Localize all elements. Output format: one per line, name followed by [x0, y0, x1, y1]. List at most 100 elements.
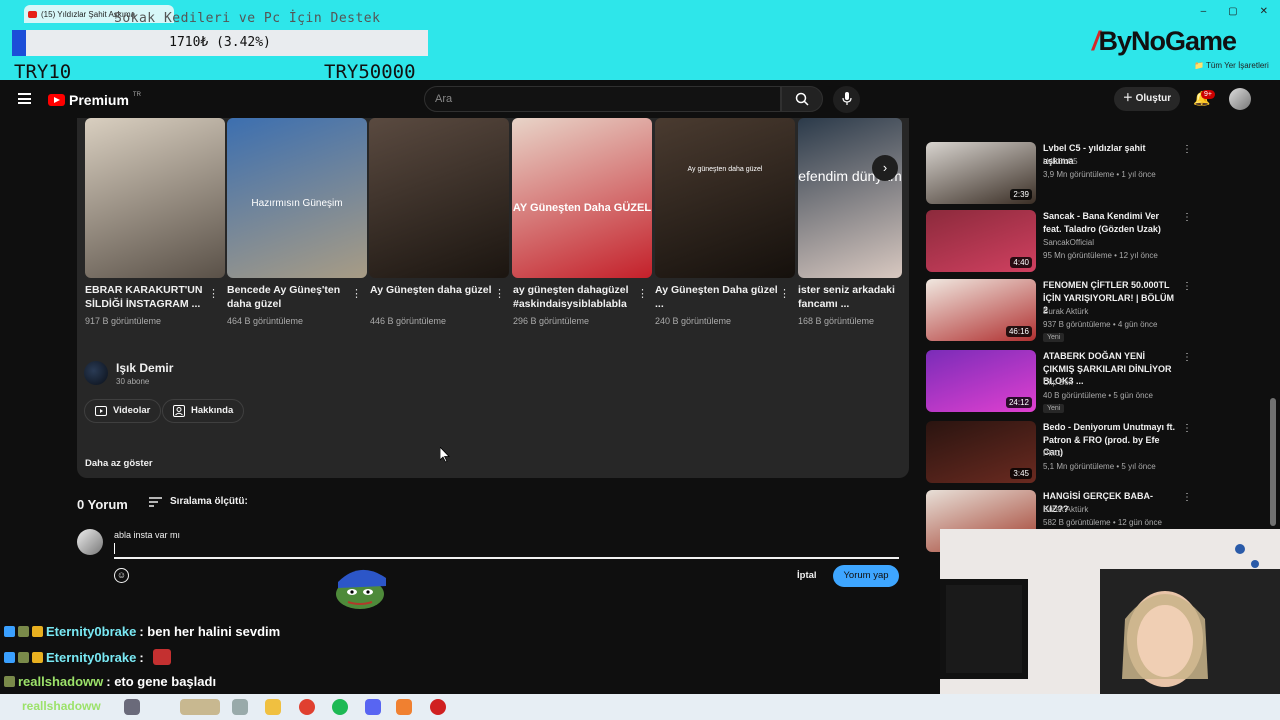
- recommended-video[interactable]: 4:40 Sancak - Bana Kendimi Ver feat. Tal…: [926, 210, 1192, 272]
- short-views: 296 B görüntüleme: [513, 316, 590, 326]
- youtube-play-icon: [48, 94, 65, 106]
- sidebar-scrollbar[interactable]: [1270, 398, 1276, 526]
- recommended-video[interactable]: 3:45 Bedo - Deniyorum Unutmayı ft. Patro…: [926, 421, 1192, 483]
- short-thumbnail[interactable]: [655, 118, 795, 278]
- app-icon[interactable]: [430, 699, 446, 715]
- emoji-picker-icon[interactable]: ☺: [114, 568, 129, 583]
- about-label: Hakkında: [191, 405, 234, 416]
- video-channel[interactable]: Clip Box: [1043, 378, 1073, 387]
- short-thumbnail[interactable]: [512, 118, 652, 278]
- video-meta: 5,1 Mn görüntüleme • 5 yıl önce: [1043, 462, 1156, 471]
- short-title[interactable]: ister seniz arkadaki fancamı ...: [798, 283, 902, 311]
- menu-icon[interactable]: [18, 93, 31, 104]
- shelf-next-button[interactable]: ›: [872, 155, 898, 181]
- short-thumbnail[interactable]: [85, 118, 225, 278]
- chat-badge-icon: [4, 651, 15, 663]
- channel-subscribers: 30 abone: [116, 377, 150, 386]
- short-title[interactable]: EBRAR KARAKURT'UN SİLDİĞİ İNSTAGRAM ...: [85, 283, 210, 311]
- more-vert-icon[interactable]: ⋮: [208, 287, 219, 300]
- recommended-video[interactable]: 2:39 Lvbel C5 - yıldızlar şahit aşkıma L…: [926, 142, 1192, 204]
- taskbar-user-label: reallshadoww: [22, 699, 101, 713]
- short-title[interactable]: ay güneşten dahagüzel #askindaisysiblabl…: [513, 283, 638, 311]
- chat-badge-icon: [18, 651, 29, 663]
- video-thumbnail[interactable]: 3:45: [926, 421, 1036, 483]
- game-icon[interactable]: [124, 699, 140, 715]
- show-less-button[interactable]: Daha az göster: [85, 458, 153, 469]
- video-channel[interactable]: SancakOfficial: [1043, 238, 1094, 247]
- short-title[interactable]: Ay Güneşten Daha güzel ...: [655, 283, 780, 311]
- more-vert-icon[interactable]: ⋮: [494, 287, 505, 300]
- obs-icon[interactable]: [396, 699, 412, 715]
- short-title[interactable]: Bencede Ay Güneş'ten daha güzel: [227, 283, 352, 311]
- create-button[interactable]: ＋ Oluştur: [1114, 87, 1180, 111]
- person-icon: [173, 405, 185, 417]
- more-vert-icon[interactable]: ⋮: [779, 287, 790, 300]
- video-thumbnail[interactable]: 4:40: [926, 210, 1036, 272]
- video-duration: 3:45: [1010, 468, 1032, 479]
- recommended-video[interactable]: 24:12 ATABERK DOĞAN YENİ ÇIKMIŞ ŞARKILAR…: [926, 350, 1192, 413]
- sort-comments-button[interactable]: Sıralama ölçütü:: [149, 496, 248, 507]
- comment-submit-button[interactable]: Yorum yap: [833, 565, 899, 587]
- video-meta: 937 B görüntüleme • 4 gün önce: [1043, 320, 1158, 329]
- video-title[interactable]: Bedo - Deniyorum Unutmayı ft. Patron & F…: [1043, 421, 1178, 459]
- more-vert-icon[interactable]: ⋮: [1182, 423, 1192, 434]
- video-icon: [95, 406, 107, 416]
- video-meta: 40 B görüntüleme • 5 gün önce: [1043, 391, 1153, 400]
- video-thumbnail[interactable]: 24:12: [926, 350, 1036, 412]
- more-vert-icon[interactable]: ⋮: [1182, 352, 1192, 363]
- more-vert-icon[interactable]: ⋮: [1182, 144, 1192, 155]
- sponsor-logo-text: ByNoGame: [1098, 26, 1238, 56]
- chat-message: reallshadoww : eto gene başladı: [4, 674, 216, 689]
- about-button[interactable]: Hakkında: [162, 399, 245, 423]
- search-input[interactable]: Ara: [424, 86, 781, 112]
- short-views: 464 B görüntüleme: [227, 316, 304, 326]
- voice-search-button[interactable]: [833, 86, 860, 113]
- search-icon: [795, 92, 809, 106]
- videos-button[interactable]: Videolar: [84, 399, 162, 423]
- task-view-icon[interactable]: [232, 699, 248, 715]
- short-thumbnail[interactable]: [798, 118, 902, 278]
- short-views: 917 B görüntüleme: [85, 316, 162, 326]
- more-vert-icon[interactable]: ⋮: [1182, 492, 1192, 503]
- more-vert-icon[interactable]: ⋮: [351, 287, 362, 300]
- short-title[interactable]: Ay Güneşten daha güzel: [370, 283, 495, 297]
- channel-avatar[interactable]: [84, 361, 108, 385]
- cancel-button[interactable]: İptal: [797, 570, 817, 581]
- video-channel[interactable]: Burak Aktürk: [1043, 307, 1088, 316]
- logo-text: Premium: [69, 92, 129, 108]
- spotify-icon[interactable]: [332, 699, 348, 715]
- account-avatar[interactable]: [1229, 88, 1251, 110]
- youtube-premium-logo[interactable]: Premium TR: [48, 92, 141, 108]
- plus-icon: ＋: [1122, 93, 1136, 104]
- chat-badge-icon: [4, 626, 15, 637]
- all-bookmarks-link[interactable]: 📁 Tüm Yer İşaretleri: [1194, 61, 1269, 70]
- comment-input-underline: [114, 557, 899, 559]
- close-icon[interactable]: ✕: [1260, 6, 1268, 17]
- channel-name[interactable]: Işık Demir: [116, 361, 173, 375]
- comment-input[interactable]: abla insta var mı: [114, 530, 899, 540]
- discord-icon[interactable]: [365, 699, 381, 715]
- maximize-icon[interactable]: ▢: [1228, 6, 1237, 17]
- donation-progress-bar: 1710₺ (3.42%): [12, 30, 428, 56]
- all-bookmarks-label: Tüm Yer İşaretleri: [1206, 61, 1269, 70]
- video-thumbnail[interactable]: 46:16: [926, 279, 1036, 341]
- window-controls: – ▢ ✕: [1201, 6, 1268, 17]
- chrome-icon[interactable]: [299, 699, 315, 715]
- video-channel[interactable]: Burak Aktürk: [1043, 505, 1088, 514]
- short-thumbnail[interactable]: [369, 118, 509, 278]
- search-button[interactable]: [781, 86, 823, 112]
- video-channel[interactable]: LVBELC5: [1043, 157, 1078, 166]
- recommended-video[interactable]: 46:16 FENOMEN ÇİFTLER 50.000TL İÇİN YARI…: [926, 279, 1192, 342]
- youtube-favicon-icon: [28, 10, 37, 18]
- cat-banner-icon: [180, 699, 220, 715]
- video-title[interactable]: Sancak - Bana Kendimi Ver feat. Taladro …: [1043, 210, 1178, 235]
- file-explorer-icon[interactable]: [265, 699, 281, 715]
- chat-badge-icon: [4, 676, 15, 687]
- minimize-icon[interactable]: –: [1201, 6, 1207, 17]
- user-avatar: [77, 529, 103, 555]
- more-vert-icon[interactable]: ⋮: [1182, 281, 1192, 292]
- video-channel[interactable]: PMC: [1043, 449, 1061, 458]
- more-vert-icon[interactable]: ⋮: [1182, 212, 1192, 223]
- video-thumbnail[interactable]: 2:39: [926, 142, 1036, 204]
- more-vert-icon[interactable]: ⋮: [637, 287, 648, 300]
